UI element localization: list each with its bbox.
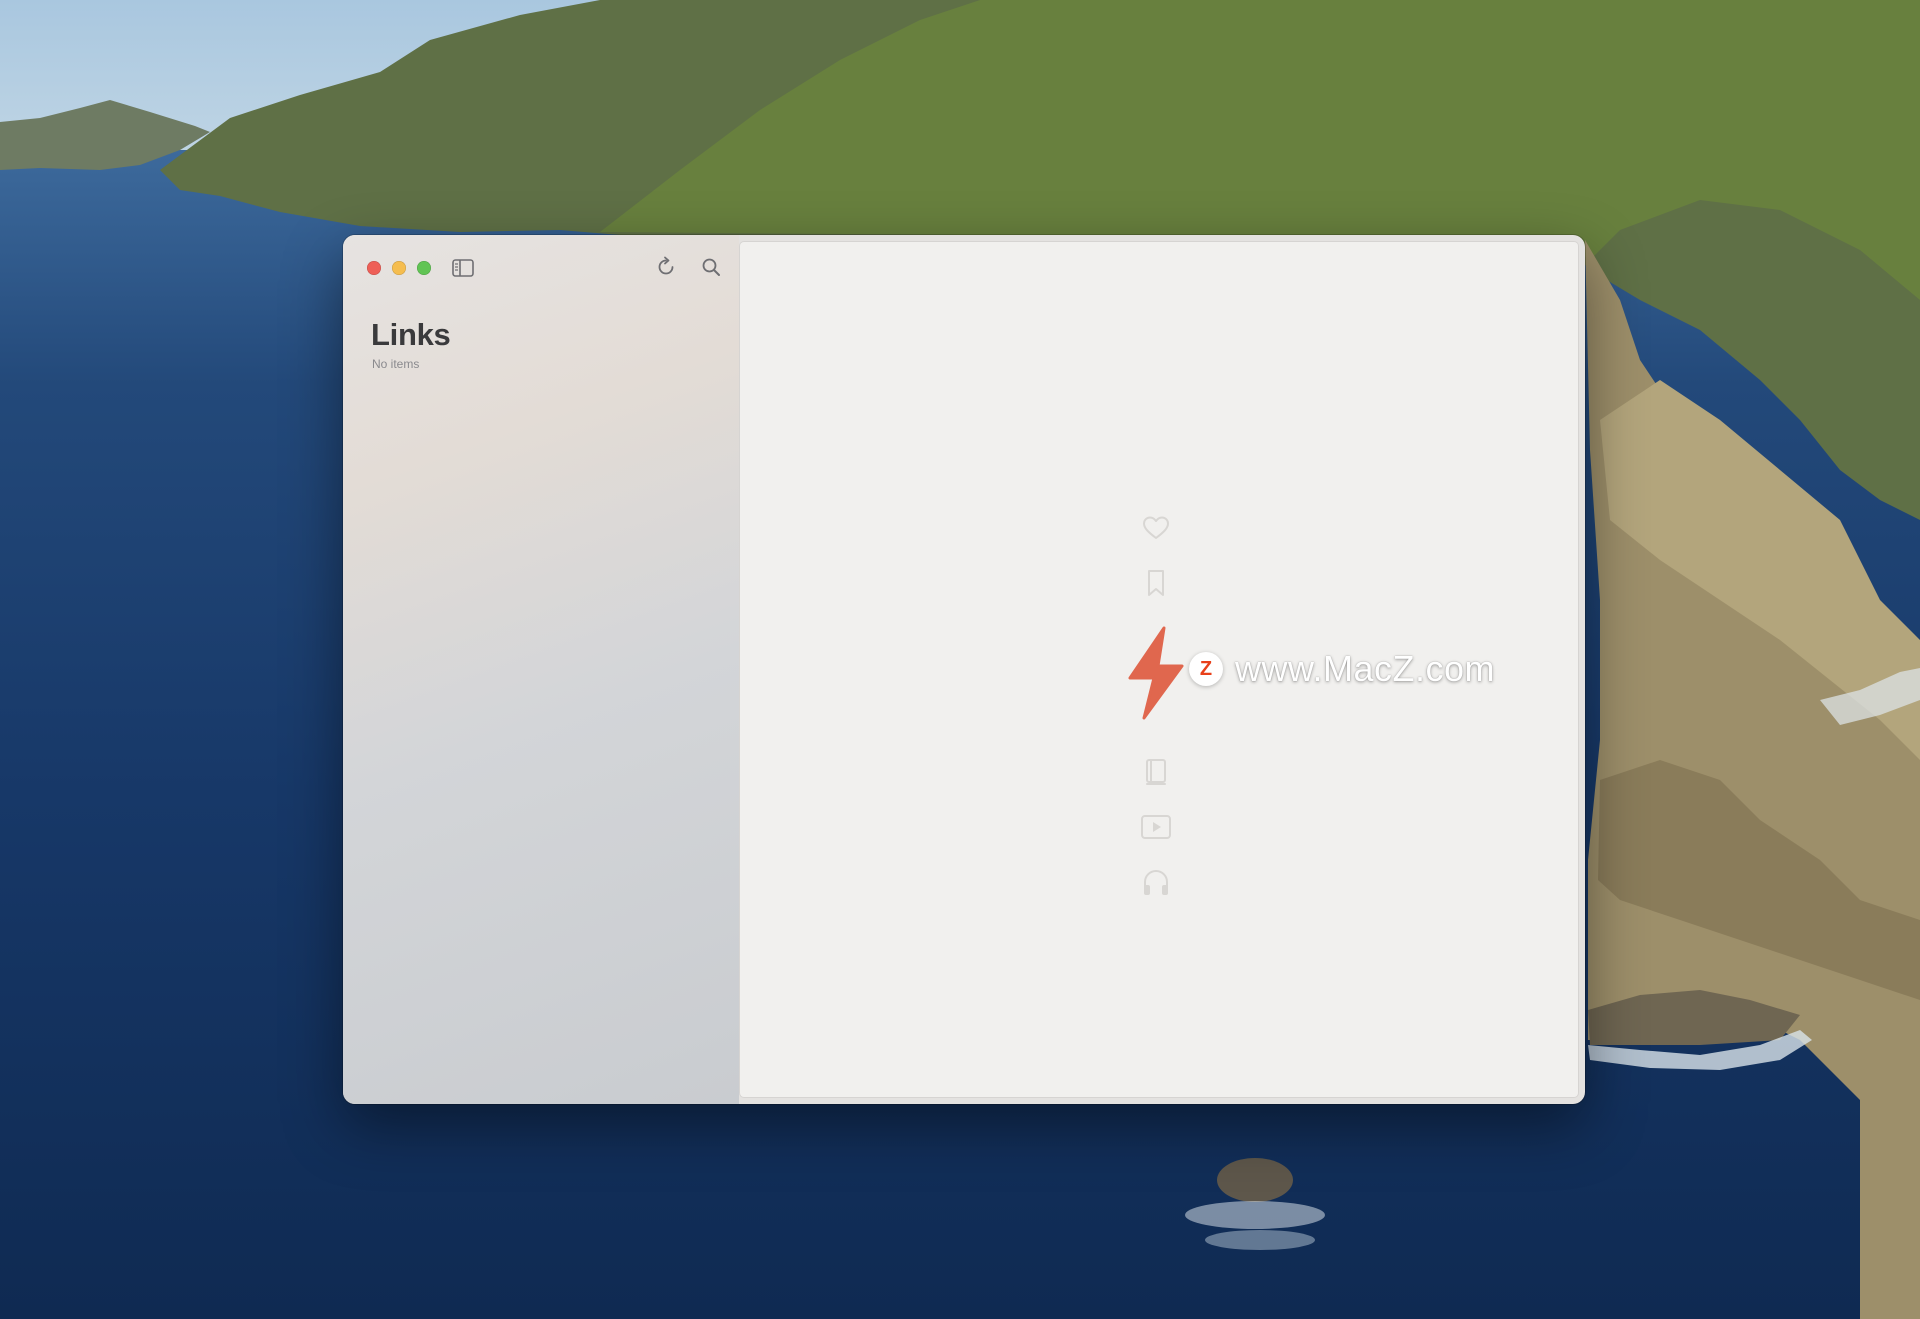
watermark-logo: Z [1189, 652, 1223, 686]
lightning-bolt-icon [1128, 626, 1184, 720]
search-icon[interactable] [698, 254, 724, 280]
sidebar-toggle-icon[interactable] [452, 259, 474, 277]
heart-icon [1143, 516, 1169, 539]
headphones-icon [1144, 870, 1168, 895]
watermark-text: www.MacZ.com [1235, 648, 1496, 689]
close-window-button[interactable] [367, 261, 381, 275]
refresh-icon[interactable] [653, 254, 679, 280]
minimize-window-button[interactable] [392, 261, 406, 275]
window-controls [367, 261, 431, 275]
watermark: Z www.MacZ.com [1189, 648, 1495, 690]
content-pane: Z www.MacZ.com [740, 242, 1578, 1097]
book-icon [1146, 759, 1166, 785]
video-play-icon [1141, 815, 1171, 839]
sidebar: Links No items [343, 235, 739, 1104]
bookmark-icon [1148, 570, 1164, 596]
zoom-window-button[interactable] [417, 261, 431, 275]
page-title: Links [371, 317, 451, 352]
app-window: Links No items Z www.MacZ.com [343, 235, 1585, 1104]
item-count-label: No items [372, 357, 420, 371]
